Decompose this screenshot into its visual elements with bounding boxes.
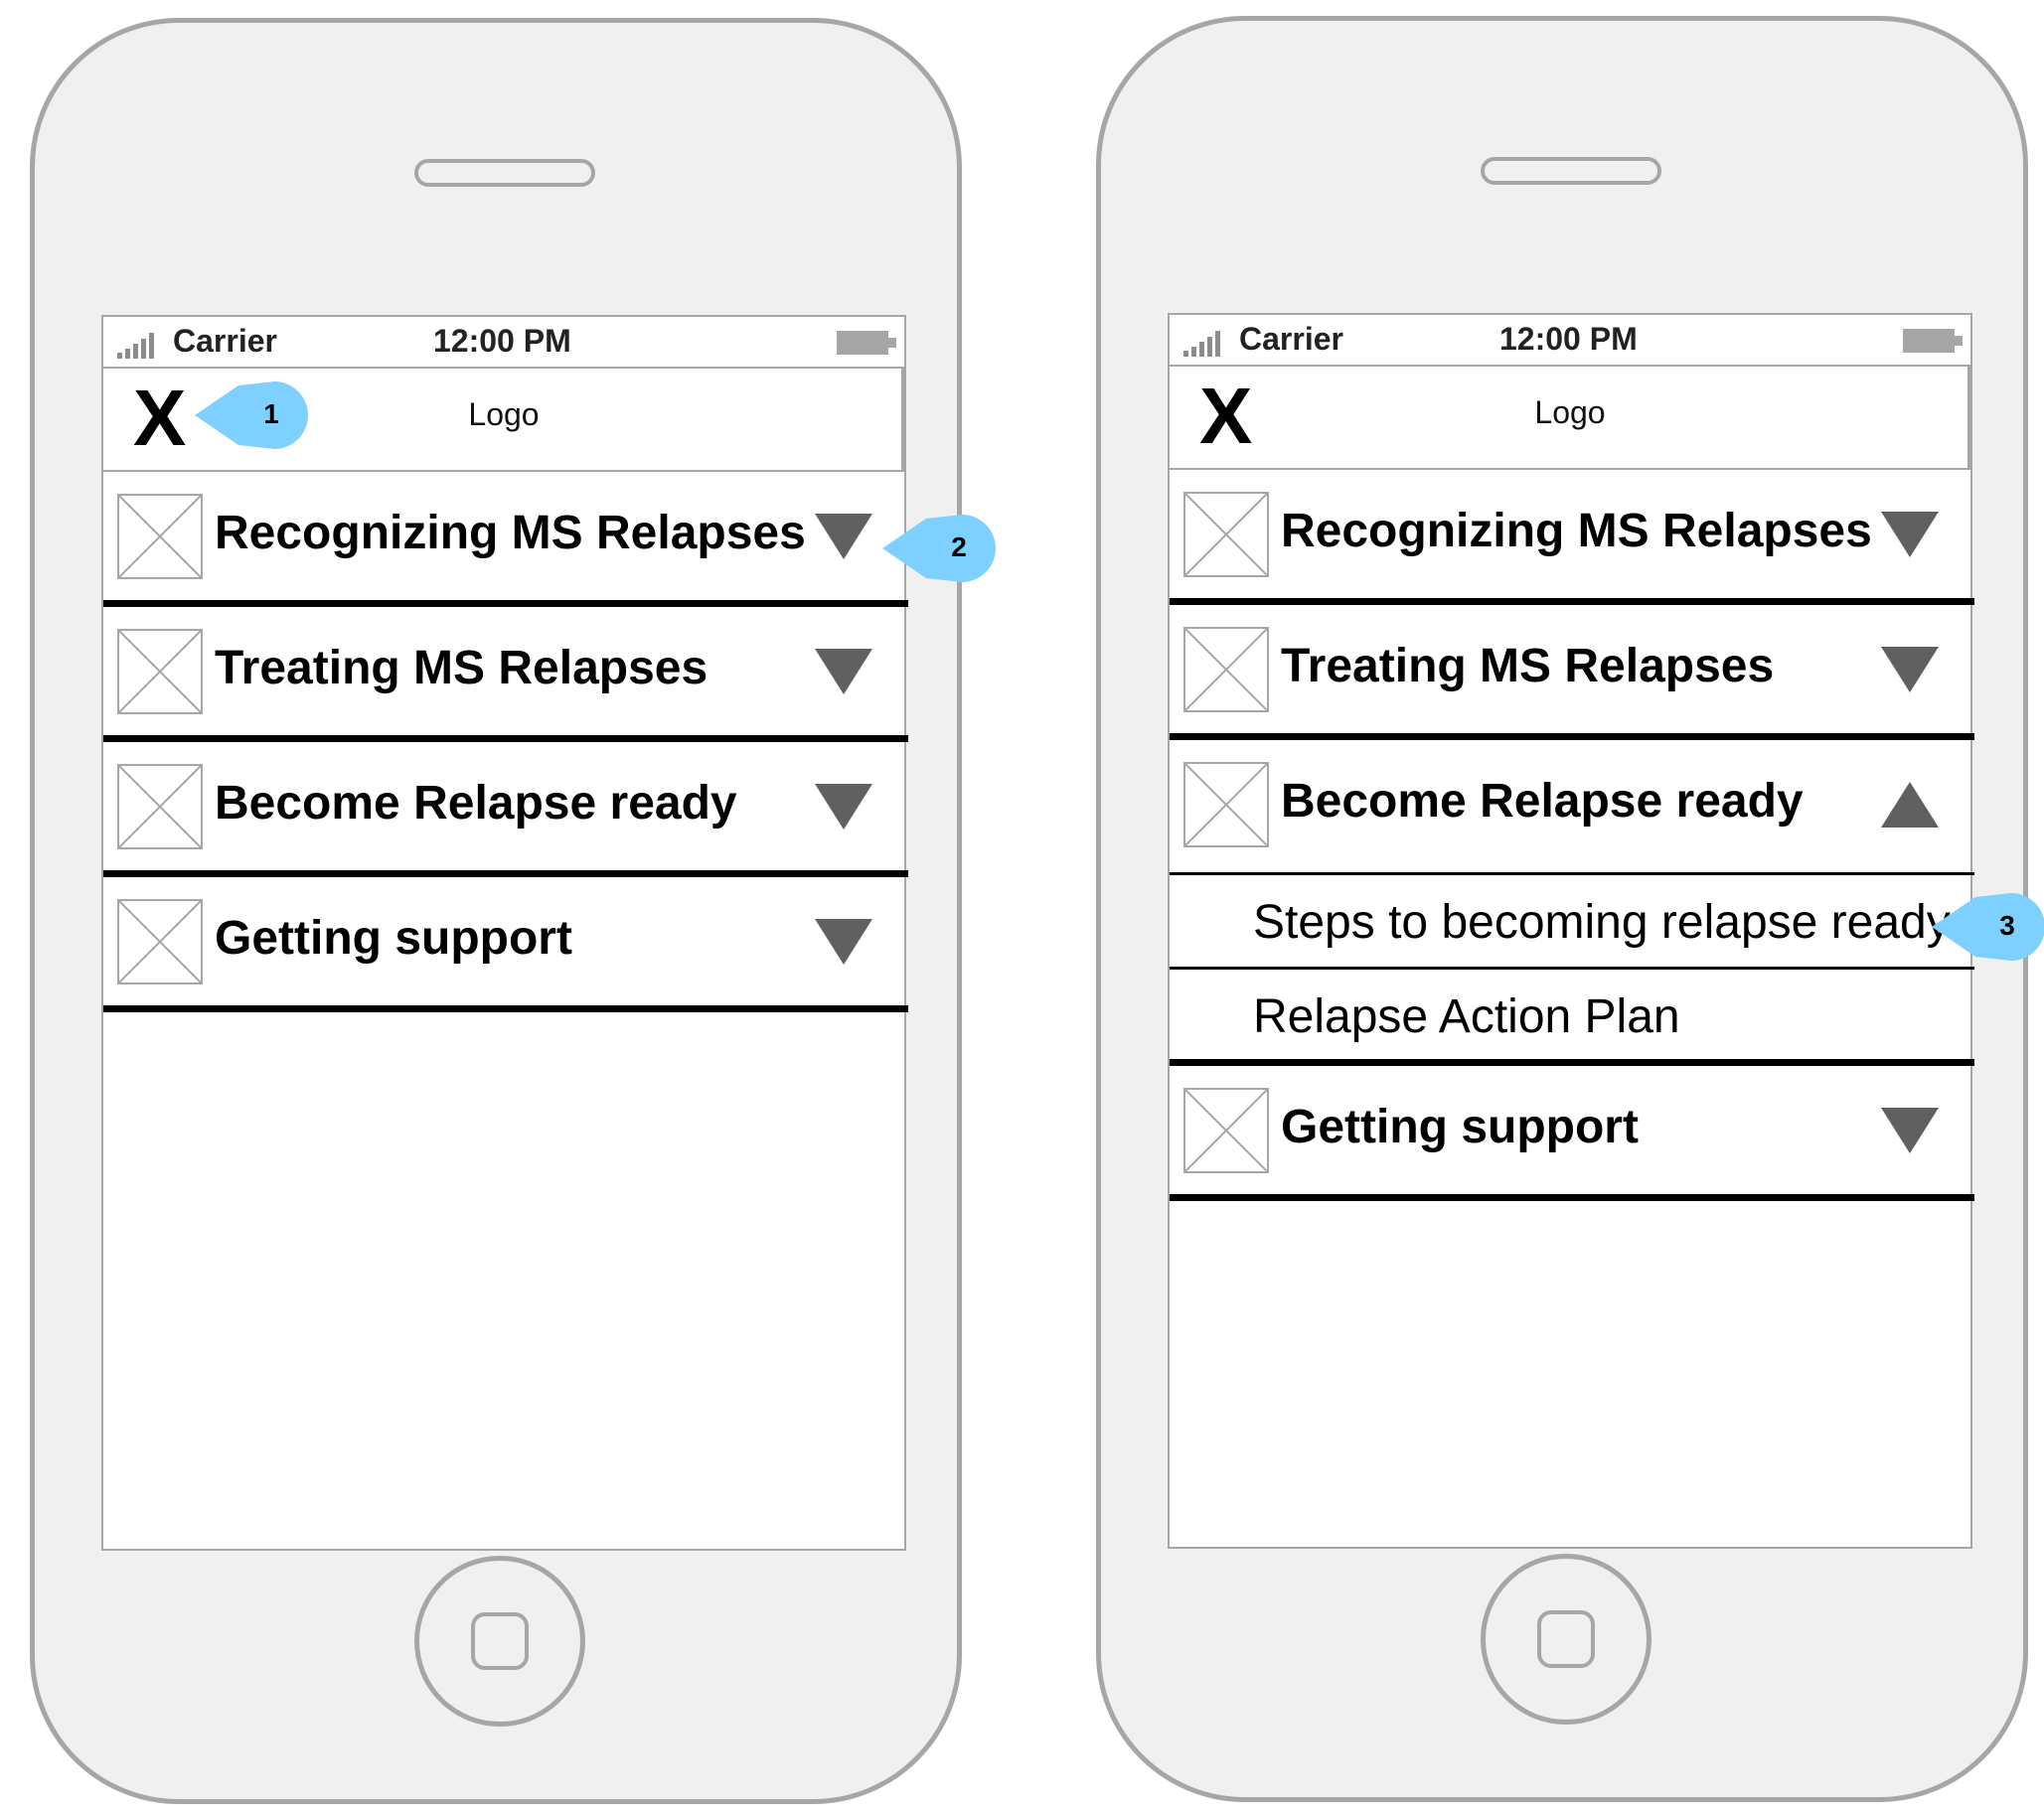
home-button[interactable] — [414, 1556, 585, 1727]
image-placeholder-icon — [117, 899, 203, 984]
accordion-row-treating[interactable]: Treating MS Relapses — [1170, 605, 1974, 740]
callout-marker-2: 2 — [882, 515, 996, 582]
battery-icon — [1903, 329, 1963, 353]
phone-frame-1: Carrier 12:00 PM X Logo Recognizing MS R… — [30, 18, 962, 1804]
logo: Logo — [1534, 394, 1606, 430]
carrier-label: Carrier — [173, 323, 277, 359]
image-placeholder-icon — [117, 629, 203, 714]
chevron-up-icon[interactable] — [1881, 782, 1939, 828]
screen-1: Carrier 12:00 PM X Logo Recognizing MS R… — [101, 315, 908, 1551]
callout-marker-3: 3 — [1932, 893, 2044, 961]
accordion-row-relapse-ready[interactable]: Become Relapse ready — [1170, 740, 1974, 875]
accordion-row-recognizing[interactable]: Recognizing MS Relapses — [1170, 470, 1974, 605]
phone-frame-2: Carrier 12:00 PM X Logo Recognizing MS R… — [1096, 16, 2028, 1802]
chevron-down-icon[interactable] — [1881, 512, 1939, 557]
accordion-row-treating[interactable]: Treating MS Relapses — [103, 607, 908, 742]
callout-number: 3 — [1999, 910, 2015, 941]
row-title: Become Relapse ready — [215, 777, 737, 830]
row-title: Recognizing MS Relapses — [215, 507, 806, 559]
home-button[interactable] — [1481, 1554, 1651, 1725]
speaker — [1481, 157, 1661, 185]
signal-icon — [1183, 331, 1231, 357]
chevron-down-icon[interactable] — [1881, 647, 1939, 692]
app-header: X Logo — [1170, 367, 1970, 470]
subitem-label: Relapse Action Plan — [1253, 990, 1680, 1043]
image-placeholder-icon — [1183, 1088, 1269, 1173]
row-title: Treating MS Relapses — [1281, 640, 1775, 692]
row-title: Treating MS Relapses — [215, 642, 708, 694]
row-title: Getting support — [215, 912, 572, 965]
image-placeholder-icon — [117, 764, 203, 849]
chevron-down-icon[interactable] — [815, 919, 872, 965]
carrier-label: Carrier — [1239, 321, 1343, 357]
status-bar: Carrier 12:00 PM — [103, 317, 904, 369]
status-bar: Carrier 12:00 PM — [1170, 315, 1970, 367]
image-placeholder-icon — [1183, 627, 1269, 712]
row-title: Become Relapse ready — [1281, 775, 1804, 828]
chevron-down-icon[interactable] — [1881, 1108, 1939, 1153]
chevron-down-icon[interactable] — [815, 784, 872, 830]
row-title: Getting support — [1281, 1101, 1639, 1153]
row-title: Recognizing MS Relapses — [1281, 505, 1872, 557]
subitem-steps-relapse-ready[interactable]: Steps to becoming relapse ready — [1170, 875, 1974, 970]
callout-number: 2 — [951, 531, 967, 562]
speaker — [414, 159, 595, 187]
image-placeholder-icon — [1183, 762, 1269, 847]
status-time: 12:00 PM — [433, 323, 571, 359]
chevron-down-icon[interactable] — [815, 514, 872, 559]
callout-number: 1 — [263, 398, 279, 429]
subitem-relapse-action-plan[interactable]: Relapse Action Plan — [1170, 970, 1974, 1066]
battery-icon — [837, 331, 896, 355]
accordion-row-getting-support[interactable]: Getting support — [103, 877, 908, 1012]
subitem-label: Steps to becoming relapse ready — [1253, 896, 1951, 949]
accordion-row-recognizing[interactable]: Recognizing MS Relapses — [103, 472, 908, 607]
status-time: 12:00 PM — [1499, 321, 1638, 357]
accordion-row-relapse-ready[interactable]: Become Relapse ready — [103, 742, 908, 877]
image-placeholder-icon — [117, 494, 203, 579]
chevron-down-icon[interactable] — [815, 649, 872, 694]
signal-icon — [117, 333, 165, 359]
callout-marker-1: 1 — [195, 381, 308, 449]
image-placeholder-icon — [1183, 492, 1269, 577]
screen-2: Carrier 12:00 PM X Logo Recognizing MS R… — [1168, 313, 1974, 1549]
accordion-row-getting-support[interactable]: Getting support — [1170, 1066, 1974, 1201]
